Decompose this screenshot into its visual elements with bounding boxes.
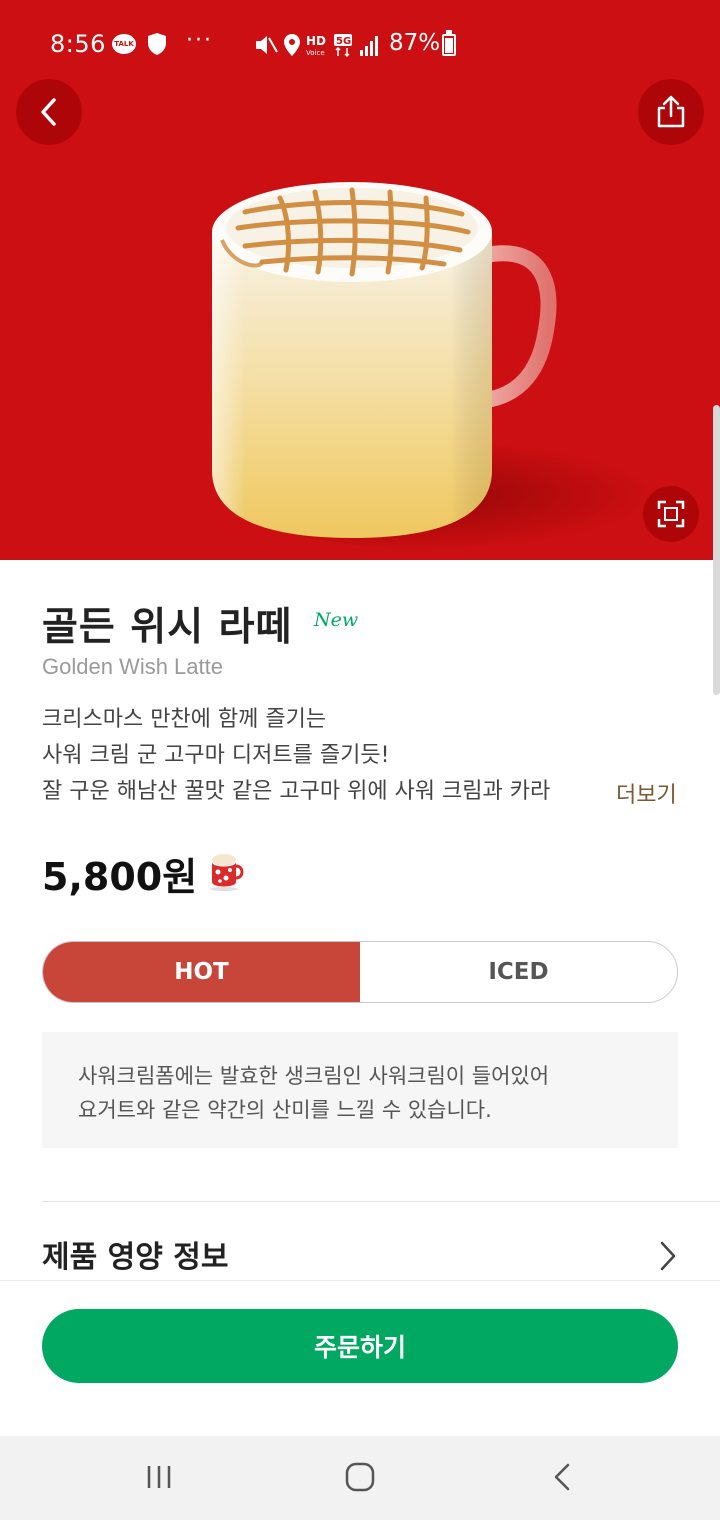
battery-percent: 87% (389, 30, 441, 56)
notice-line: 사워크림폼에는 발효한 생크림인 사워크림이 들어있어 (78, 1064, 550, 1088)
kakaotalk-icon: TALK (112, 34, 136, 54)
home-icon[interactable] (344, 1462, 376, 1496)
chevron-right-icon[interactable] (658, 1240, 678, 1276)
notice-line: 요거트와 같은 약간의 산미를 느낄 수 있습니다. (78, 1098, 492, 1122)
product-notice: 사워크림폼에는 발효한 생크림인 사워크림이 들어있어 요거트와 같은 약간의 … (42, 1032, 678, 1148)
svg-text:HD: HD (306, 34, 326, 48)
product-name: 골든 위시 라떼 (42, 605, 293, 650)
latte-mug-image (212, 182, 557, 538)
svg-text:Voice: Voice (306, 49, 325, 57)
description-line: 사워 크림 군 고구마 디저트를 즐기듯! (42, 743, 390, 768)
iced-option[interactable]: ICED (360, 942, 677, 1002)
nutrition-info-link[interactable]: 제품 영양 정보 (42, 1232, 229, 1276)
status-bar: 8:56 TALK ··· HD Voice 5G 87% (0, 22, 720, 66)
order-button[interactable]: 주문하기 (42, 1309, 678, 1383)
description-line: 크리스마스 만찬에 함께 즐기는 (42, 707, 327, 732)
back-button[interactable] (16, 79, 82, 145)
expand-image-button[interactable] (643, 486, 699, 542)
5g-icon: 5G (334, 34, 352, 58)
status-time: 8:56 (50, 30, 106, 58)
product-description: 크리스마스 만찬에 함께 즐기는 사워 크림 군 고구마 디저트를 즐기듯! 잘… (42, 702, 602, 810)
price-row: 5,800원 (42, 845, 197, 901)
new-badge: New (314, 609, 359, 631)
mute-icon (256, 36, 278, 54)
divider (42, 1201, 720, 1202)
location-icon (284, 34, 300, 56)
hd-voice-icon: HD Voice (306, 34, 326, 57)
product-hero: 8:56 TALK ··· HD Voice 5G 87% (0, 0, 720, 560)
shield-icon (146, 32, 168, 60)
expand-icon (657, 500, 685, 528)
scroll-indicator[interactable] (713, 405, 720, 695)
status-icons: HD Voice 5G (254, 32, 384, 58)
notification-overflow-icon: ··· (186, 28, 213, 53)
temperature-toggle: HOT ICED (42, 941, 678, 1003)
recents-icon[interactable] (144, 1462, 174, 1496)
product-title-row: 골든 위시 라떼 (42, 596, 292, 652)
holiday-mug-icon (206, 850, 246, 896)
battery-icon (442, 30, 456, 56)
back-icon (41, 98, 56, 126)
share-icon (657, 95, 685, 128)
description-line: 잘 구운 해남산 꿀맛 같은 고구마 위에 사워 크림과 카라 (42, 774, 597, 810)
nav-back-icon[interactable] (550, 1462, 574, 1496)
more-link[interactable]: 더보기 (616, 777, 677, 809)
share-button[interactable] (638, 79, 704, 145)
hot-option[interactable]: HOT (43, 942, 360, 1002)
product-price: 5,800원 (42, 854, 198, 899)
svg-text:5G: 5G (336, 36, 351, 47)
product-name-en: Golden Wish Latte (42, 654, 223, 679)
android-nav-bar (0, 1436, 720, 1520)
signal-icon (360, 36, 378, 56)
